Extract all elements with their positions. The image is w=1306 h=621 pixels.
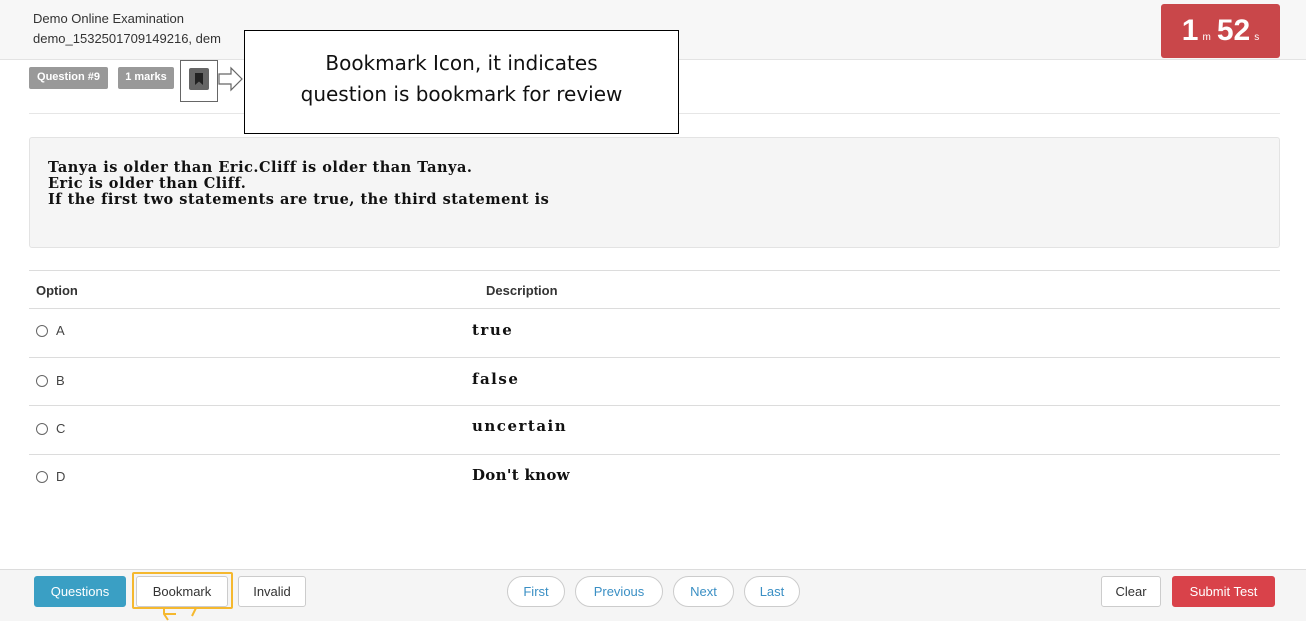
option-label: A (56, 323, 65, 338)
option-description: false (472, 370, 520, 388)
question-number-badge: Question #9 (29, 67, 108, 89)
question-line-3: If the first two statements are true, th… (48, 191, 550, 208)
description-header: Description (486, 283, 558, 298)
radio-d[interactable] (36, 470, 48, 483)
bookmark-button[interactable]: Bookmark (136, 576, 228, 607)
option-label: C (56, 421, 66, 436)
table-line (29, 357, 1280, 358)
option-c[interactable]: C (36, 421, 65, 436)
radio-a[interactable] (36, 324, 48, 337)
invalid-button[interactable]: Invalid (238, 576, 306, 607)
option-label: D (56, 469, 66, 484)
option-a[interactable]: A (36, 323, 65, 338)
timer-seconds: 52 (1216, 14, 1251, 47)
timer-seconds-unit: s (1254, 32, 1260, 43)
callout-arrow-icon (218, 66, 243, 92)
exam-title: Demo Online Examination (33, 11, 185, 26)
highlight-arrow-icon (163, 608, 197, 621)
timer-minutes: 1 (1181, 14, 1199, 47)
callout-line-1: Bookmark Icon, it indicates (325, 51, 598, 75)
question-line-1: Tanya is older than Eric.Cliff is older … (48, 159, 473, 176)
bookmark-icon[interactable] (189, 68, 209, 90)
bookmark-indicator-highlight (180, 60, 218, 102)
last-button[interactable]: Last (744, 576, 800, 607)
submit-test-button[interactable]: Submit Test (1172, 576, 1275, 607)
option-d[interactable]: D (36, 469, 65, 484)
option-label: B (56, 373, 65, 388)
first-button[interactable]: First (507, 576, 565, 607)
option-b[interactable]: B (36, 373, 65, 388)
radio-c[interactable] (36, 422, 48, 435)
questions-button[interactable]: Questions (34, 576, 126, 607)
question-line-2: Eric is older than Cliff. (48, 175, 247, 192)
table-line (29, 454, 1280, 455)
countdown-timer: 1 m 52 s (1161, 4, 1280, 58)
callout-line-2: question is bookmark for review (300, 82, 623, 106)
table-line (29, 270, 1280, 271)
option-description: Don't know (472, 466, 570, 484)
next-button[interactable]: Next (673, 576, 734, 607)
radio-b[interactable] (36, 374, 48, 387)
bookmark-callout: Bookmark Icon, it indicates question is … (244, 30, 679, 134)
option-header: Option (36, 283, 78, 298)
table-line (29, 308, 1280, 309)
timer-minutes-unit: m (1202, 32, 1211, 43)
previous-button[interactable]: Previous (575, 576, 663, 607)
option-description: true (472, 321, 514, 339)
table-line (29, 405, 1280, 406)
clear-button[interactable]: Clear (1101, 576, 1161, 607)
marks-badge: 1 marks (118, 67, 174, 89)
exam-subtitle: demo_1532501709149216, dem (33, 31, 221, 46)
question-panel: Tanya is older than Eric.Cliff is older … (29, 137, 1280, 248)
option-description: uncertain (472, 417, 568, 435)
